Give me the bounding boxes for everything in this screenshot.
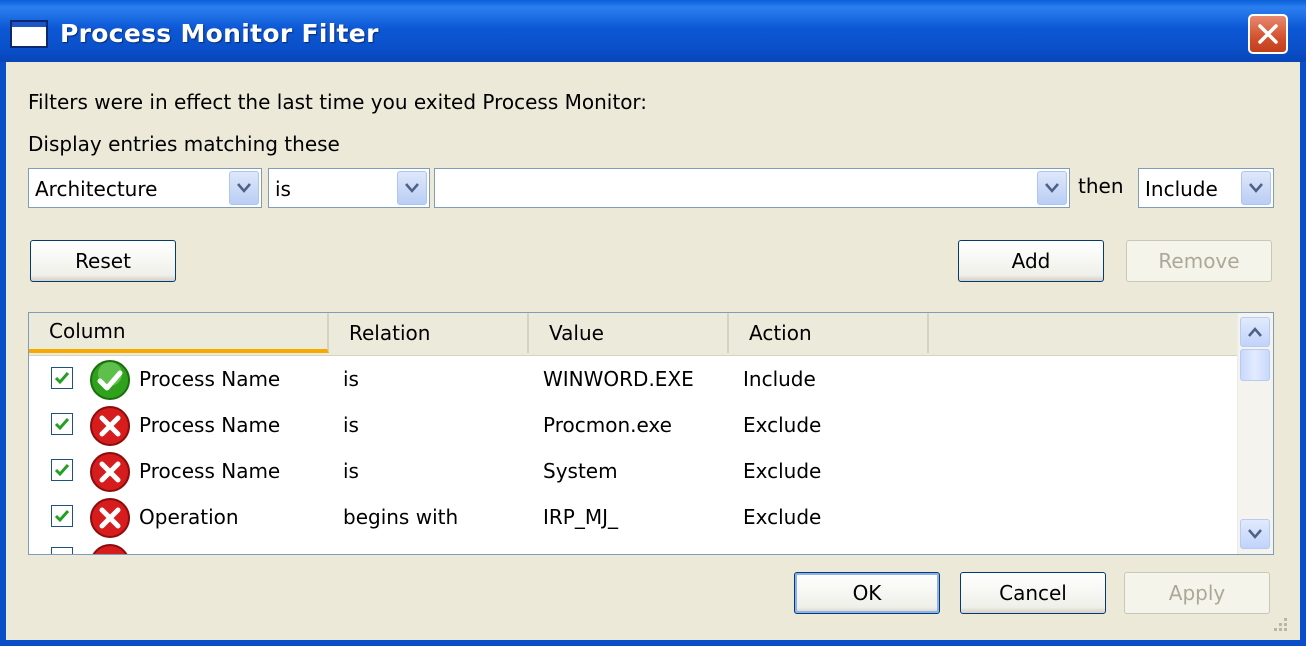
header-value[interactable]: Value — [529, 313, 729, 353]
table-row[interactable]: Process Name is System Exclude — [29, 449, 1237, 495]
relation-select-value: is — [275, 177, 291, 201]
row-value: System — [543, 459, 618, 483]
include-check-icon — [90, 360, 130, 400]
row-relation: is — [343, 367, 359, 391]
filter-list-header: Column Relation Value Action — [29, 313, 1237, 356]
row-enabled-checkbox[interactable] — [51, 459, 73, 481]
row-column: Operation — [139, 505, 239, 529]
vertical-scrollbar[interactable] — [1237, 313, 1273, 554]
exclude-x-icon — [90, 452, 130, 492]
exclude-x-icon — [90, 498, 130, 538]
row-action: Exclude — [743, 413, 822, 437]
window-frame-bottom — [0, 640, 1306, 646]
scroll-thumb[interactable] — [1240, 349, 1270, 381]
title-bar[interactable]: Process Monitor Filter — [0, 0, 1306, 62]
column-select[interactable]: Architecture — [28, 168, 262, 208]
action-select-dropdown-button[interactable] — [1241, 171, 1271, 205]
table-row[interactable]: Operation begins with IRP_MJ_ Exclude — [29, 495, 1237, 541]
scroll-up-button[interactable] — [1240, 317, 1270, 347]
checkmark-icon — [54, 510, 70, 523]
checkmark-icon — [54, 418, 70, 431]
close-icon — [1258, 24, 1278, 44]
row-enabled-checkbox[interactable] — [51, 413, 73, 435]
row-relation: is — [343, 413, 359, 437]
remove-button[interactable]: Remove — [1126, 240, 1272, 282]
checkmark-icon — [54, 372, 70, 385]
row-value: Procmon.exe — [543, 413, 672, 437]
cancel-button[interactable]: Cancel — [960, 572, 1106, 614]
window-frame-right — [1300, 62, 1306, 646]
checkmark-icon — [54, 464, 70, 477]
apply-button[interactable]: Apply — [1124, 572, 1270, 614]
intro-text: Filters were in effect the last time you… — [28, 90, 648, 114]
column-select-value: Architecture — [35, 177, 158, 201]
action-select-value: Include — [1145, 177, 1218, 201]
chevron-up-icon — [1248, 327, 1262, 337]
row-enabled-checkbox[interactable] — [51, 367, 73, 389]
table-row[interactable]: Process Name is WINWORD.EXE Include — [29, 357, 1237, 403]
relation-select[interactable]: is — [268, 168, 430, 208]
display-label: Display entries matching these — [28, 132, 340, 156]
row-enabled-checkbox[interactable] — [51, 547, 73, 554]
scroll-down-button[interactable] — [1240, 519, 1270, 549]
row-relation: is — [343, 459, 359, 483]
resize-grip-icon[interactable] — [1270, 614, 1290, 634]
window-frame-left — [0, 62, 6, 646]
table-row[interactable]: Process Name is Procmon.exe Exclude — [29, 403, 1237, 449]
then-label: then — [1078, 174, 1124, 198]
close-button[interactable] — [1248, 14, 1288, 54]
row-enabled-checkbox[interactable] — [51, 505, 73, 527]
row-column: Process Name — [139, 413, 281, 437]
exclude-x-icon — [92, 544, 128, 554]
row-relation: begins with — [343, 505, 459, 529]
chevron-down-icon — [405, 183, 419, 193]
window-title: Process Monitor Filter — [60, 19, 379, 48]
filter-list[interactable]: Column Relation Value Action Process Nam… — [28, 312, 1274, 555]
value-combobox-dropdown-button[interactable] — [1037, 171, 1067, 205]
action-select[interactable]: Include — [1138, 168, 1274, 208]
row-column: Process Name — [139, 367, 281, 391]
row-action: Exclude — [743, 505, 822, 529]
ok-button[interactable]: OK — [794, 572, 940, 614]
reset-button[interactable]: Reset — [30, 240, 176, 282]
row-value: WINWORD.EXE — [543, 367, 694, 391]
row-value: IRP_MJ_ — [543, 505, 619, 529]
header-column[interactable]: Column — [29, 313, 329, 353]
chevron-down-icon — [237, 183, 251, 193]
value-combobox[interactable] — [434, 168, 1070, 208]
chevron-down-icon — [1045, 183, 1059, 193]
window-icon — [10, 20, 48, 48]
column-select-dropdown-button[interactable] — [229, 171, 259, 205]
chevron-down-icon — [1249, 183, 1263, 193]
chevron-down-icon — [1248, 529, 1262, 539]
row-action: Exclude — [743, 459, 822, 483]
header-relation[interactable]: Relation — [329, 313, 529, 353]
table-row[interactable] — [29, 541, 1237, 554]
add-button[interactable]: Add — [958, 240, 1104, 282]
row-column: Process Name — [139, 459, 281, 483]
process-monitor-filter-dialog: Process Monitor Filter Filters were in e… — [0, 0, 1306, 646]
row-action: Include — [743, 367, 816, 391]
relation-select-dropdown-button[interactable] — [397, 171, 427, 205]
header-action[interactable]: Action — [729, 313, 929, 353]
exclude-x-icon — [90, 406, 130, 446]
